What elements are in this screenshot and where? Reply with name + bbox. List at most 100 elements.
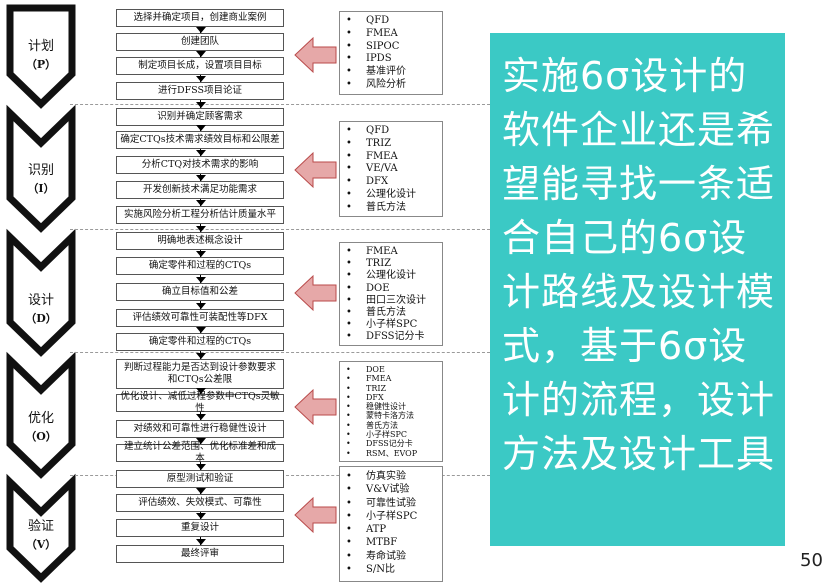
tool-item: 普氏方法	[344, 202, 440, 215]
flow-arrowhead	[196, 303, 206, 309]
tool-item: FMEA	[344, 151, 440, 164]
tool-item: DOE	[344, 365, 440, 375]
flow-arrowhead	[196, 125, 206, 131]
tool-item: 可靠性试验	[344, 497, 440, 511]
tool-item: RSM、EVOP	[344, 449, 440, 459]
tool-item: SIPOC	[344, 41, 440, 54]
tool-item: 普氏方法	[344, 307, 440, 319]
phase-divider	[70, 352, 490, 353]
phase-label: 识别 （I）	[10, 162, 72, 198]
flow-arrowhead	[196, 150, 206, 156]
phase-name: 设计	[27, 293, 54, 308]
tool-item: 小子样SPC	[344, 319, 440, 331]
phase-code: （P）	[25, 58, 57, 71]
phase-label: 设计 （D）	[10, 292, 72, 328]
process-step: 重复设计	[116, 519, 284, 537]
tool-item: V&V试验	[344, 483, 440, 497]
summary-textbox: 实施6σ设计的软件企业还是希望能寻找一条适合自己的6σ设计路线及设计模式，基于6…	[490, 33, 785, 546]
flow-arrowhead	[196, 251, 206, 257]
process-step: 建立统计公差范围、优化标准差和成本	[116, 441, 284, 464]
process-step: 确定CTQs技术需求绩效目标和公限差	[116, 131, 284, 149]
process-step: 最终评审	[116, 545, 284, 563]
tool-list: DOEFMEATRIZDFX稳健性设计蒙特卡洛方法普氏方法小子样SPCDFSS记…	[339, 361, 443, 462]
process-step: 评估绩效、失效模式、可靠性	[116, 494, 284, 512]
tool-item: TRIZ	[344, 384, 440, 394]
tool-item: 普氏方法	[344, 421, 440, 431]
process-step: 评估绩效可靠性可装配性等DFX	[116, 309, 284, 327]
phase-label: 优化 （O）	[10, 410, 72, 446]
left-arrow-icon	[294, 496, 337, 534]
tool-item: 田口三次设计	[344, 295, 440, 307]
phase-name: 计划	[27, 39, 54, 54]
tool-item: 仿真实验	[344, 470, 440, 484]
tool-list: QFDFMEASIPOCIPDS基准评价风险分析	[339, 11, 443, 95]
phase-divider	[70, 229, 490, 230]
flow-arrowhead	[196, 388, 206, 394]
process-step: 进行DFSS项目论证	[116, 82, 284, 100]
tool-item: FMEA	[344, 28, 440, 41]
process-step: 判断过程能力是否达到设计参数要求和CTQs公差限	[116, 359, 284, 389]
process-step: 分析CTQ对技术需求的影响	[116, 156, 284, 174]
tool-item: 公理化设计	[344, 189, 440, 202]
flow-arrowhead	[196, 539, 206, 545]
tool-item: IPDS	[344, 53, 440, 66]
process-step: 确定零件和过程的CTQs	[116, 333, 284, 351]
tool-item: 基准评价	[344, 66, 440, 79]
flow-arrowhead	[196, 76, 206, 82]
tool-item: 小子样SPC	[344, 430, 440, 440]
process-step: 实施风险分析工程分析估计质量水平	[116, 206, 284, 224]
tool-item: QFD	[344, 125, 440, 138]
flow-arrowhead	[196, 353, 206, 359]
tool-item: FMEA	[344, 374, 440, 384]
phase-divider	[70, 104, 490, 105]
tool-item: ATP	[344, 523, 440, 537]
tool-list: QFDTRIZFMEAVE/VADFX公理化设计普氏方法	[339, 121, 443, 217]
phase-name: 优化	[27, 411, 54, 426]
phase-code: （V）	[25, 538, 57, 551]
phase-label: 验证 （V）	[10, 518, 72, 554]
phase-code: （O）	[25, 430, 57, 443]
process-step: 明确地表述概念设计	[116, 232, 284, 250]
flow-arrowhead	[196, 513, 206, 519]
tool-item: 小子样SPC	[344, 510, 440, 524]
process-step: 识别并确定顾客需求	[116, 108, 284, 126]
left-arrow-icon	[294, 388, 337, 426]
tool-item: DOE	[344, 283, 440, 295]
left-arrow-icon	[294, 274, 337, 312]
flow-arrowhead	[196, 27, 206, 33]
tool-item: DFSS记分卡	[344, 331, 440, 343]
flow-arrowhead	[196, 464, 206, 470]
flow-arrowhead	[196, 277, 206, 283]
tool-item: QFD	[344, 15, 440, 28]
flow-arrowhead	[196, 488, 206, 494]
left-arrow-icon	[294, 151, 337, 189]
tool-item: TRIZ	[344, 258, 440, 270]
flow-arrowhead	[196, 102, 206, 108]
phase-code: （I）	[27, 182, 55, 195]
flow-arrowhead	[196, 414, 206, 420]
page-number: 50	[800, 550, 823, 571]
phase-name: 识别	[27, 163, 54, 178]
phase-code: （D）	[25, 312, 57, 325]
flow-arrowhead	[196, 327, 206, 333]
phase-label: 计划 （P）	[10, 38, 72, 74]
process-step: 开发创新技术满足功能需求	[116, 181, 284, 199]
tool-item: FMEA	[344, 246, 440, 258]
tool-item: TRIZ	[344, 138, 440, 151]
tool-item: DFX	[344, 393, 440, 403]
flow-arrowhead	[196, 51, 206, 57]
tool-item: S/N比	[344, 563, 440, 577]
tool-item: 风险分析	[344, 79, 440, 92]
process-step: 制定项目长成，设置项目目标	[116, 57, 284, 75]
tool-list: 仿真实验V&V试验可靠性试验小子样SPCATPMTBF寿命试验S/N比	[339, 466, 443, 582]
tool-item: VE/VA	[344, 163, 440, 176]
process-step: 创建团队	[116, 33, 284, 51]
summary-text: 实施6σ设计的软件企业还是希望能寻找一条适合自己的6σ设计路线及设计模式，基于6…	[502, 54, 776, 476]
tool-item: DFSS记分卡	[344, 439, 440, 449]
flow-arrowhead	[196, 200, 206, 206]
process-step: 优化设计、减低过程参数中CTQs灵敏性	[116, 391, 284, 414]
flow-arrowhead	[196, 438, 206, 444]
tool-item: MTBF	[344, 536, 440, 550]
phase-name: 验证	[27, 519, 54, 534]
tool-item: 寿命试验	[344, 550, 440, 564]
